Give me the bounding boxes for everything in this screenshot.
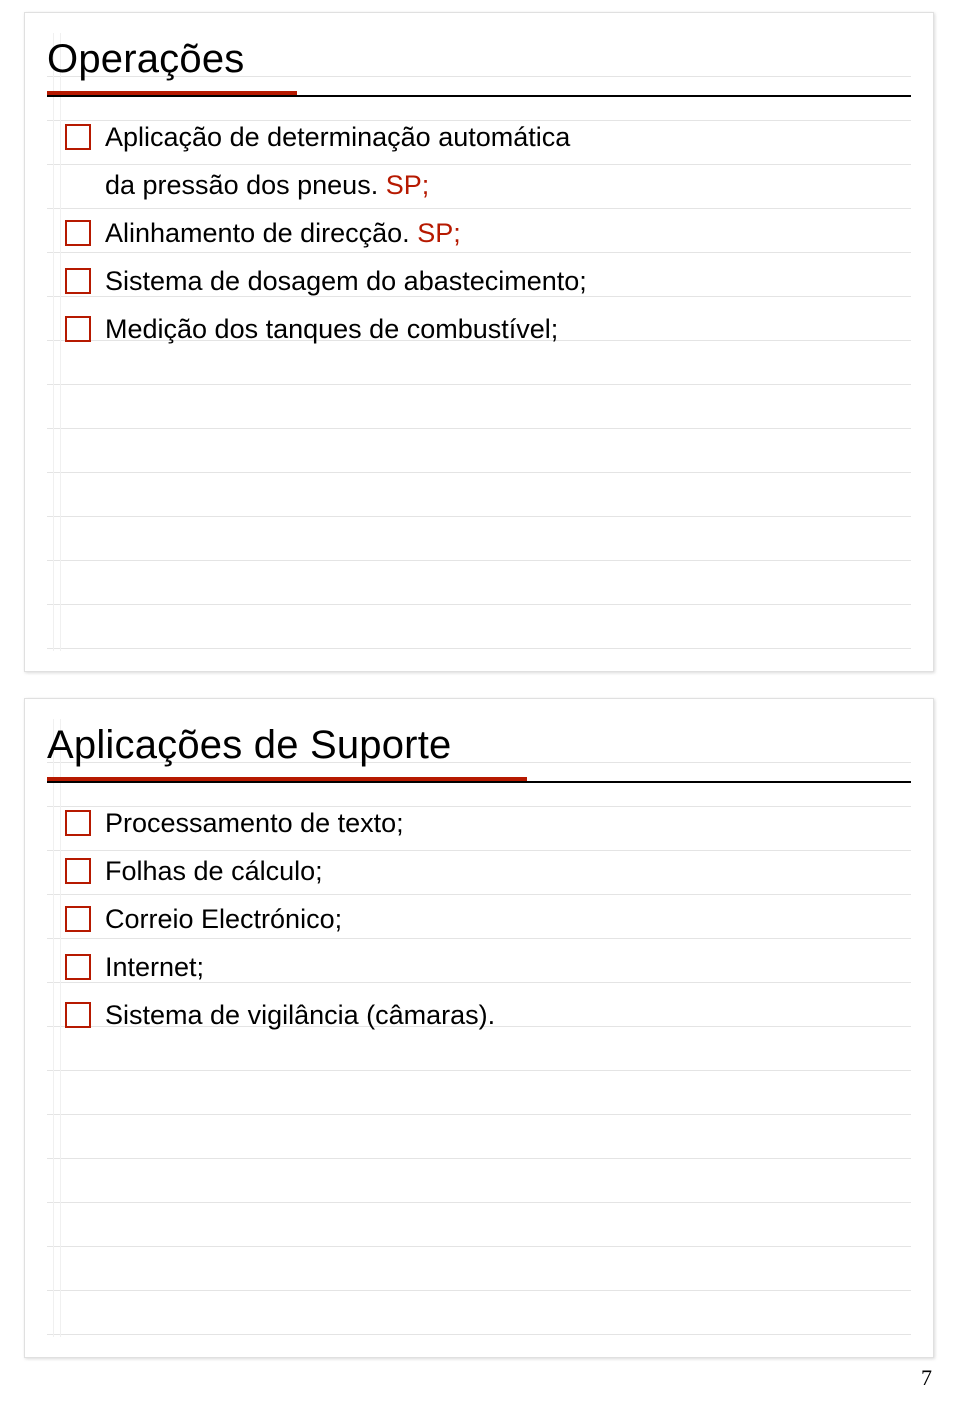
title-underline [47,781,911,783]
bullet-square-icon [65,1002,91,1028]
bullet-square-icon [65,810,91,836]
sp-marker: SP; [386,170,430,200]
bullet-square-icon [65,906,91,932]
list-item-text: Medição dos tanques de combustível; [105,305,893,353]
document-page: Operações Aplicação de determinação auto… [0,0,960,1401]
slide-aplicacoes-de-suporte: Aplicações de Suporte Processamento de t… [24,698,934,1358]
bullet-square-icon [65,858,91,884]
list-item: Aplicação de determinação automática [65,113,893,161]
list-item: Medição dos tanques de combustível; [65,305,893,353]
list-item-text-fragment: Alinhamento de direcção. [105,218,417,248]
list-item-text: Internet; [105,943,893,991]
slide-content: Processamento de texto; Folhas de cálcul… [65,799,893,1039]
list-item-text: da pressão dos pneus. SP; [105,161,893,209]
slide-title: Operações [47,37,244,82]
margin-rule [53,719,54,1337]
list-item-text: Folhas de cálculo; [105,847,893,895]
list-item-text: Processamento de texto; [105,799,893,847]
list-item-text-fragment: da pressão dos pneus. [105,170,386,200]
list-item: Folhas de cálculo; [65,847,893,895]
page-number: 7 [921,1365,932,1391]
list-item: Alinhamento de direcção. SP; [65,209,893,257]
list-item: Processamento de texto; [65,799,893,847]
list-item-continuation: da pressão dos pneus. SP; [65,161,893,209]
margin-rule [60,719,61,1337]
bullet-square-icon [65,268,91,294]
margin-rule [60,33,61,651]
sp-marker: SP; [417,218,461,248]
title-underline [47,95,911,97]
list-item-text: Sistema de dosagem do abastecimento; [105,257,893,305]
list-item: Sistema de vigilância (câmaras). [65,991,893,1039]
bullet-square-icon [65,954,91,980]
margin-rule [53,33,54,651]
list-item: Internet; [65,943,893,991]
bullet-square-icon [65,316,91,342]
list-item: Sistema de dosagem do abastecimento; [65,257,893,305]
bullet-square-icon [65,220,91,246]
list-item-text: Alinhamento de direcção. SP; [105,209,893,257]
slide-operacoes: Operações Aplicação de determinação auto… [24,12,934,672]
list-item: Correio Electrónico; [65,895,893,943]
list-item-text: Aplicação de determinação automática [105,113,893,161]
slide-title: Aplicações de Suporte [47,723,451,768]
list-item-text: Correio Electrónico; [105,895,893,943]
slide-content: Aplicação de determinação automática da … [65,113,893,353]
bullet-square-icon [65,124,91,150]
list-item-text: Sistema de vigilância (câmaras). [105,991,893,1039]
